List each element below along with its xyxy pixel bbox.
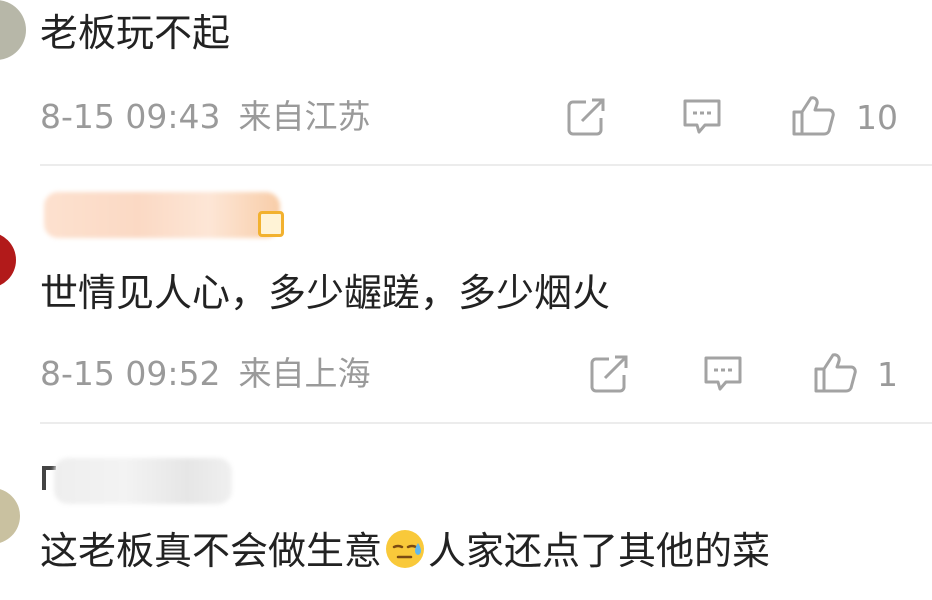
divider — [40, 422, 932, 424]
comment-meta: 8-15 09:43 来自江苏 — [40, 100, 371, 133]
comment-time: 8-15 09:43 — [40, 97, 221, 136]
username[interactable] — [54, 458, 232, 504]
comment-meta: 8-15 09:52 来自上海 — [40, 357, 371, 390]
comment-icon[interactable] — [702, 354, 744, 394]
avatar[interactable] — [0, 232, 16, 288]
comment-text: 世情见人心，多少龌蹉，多少烟火 — [40, 271, 611, 315]
comment-location: 来自江苏 — [238, 97, 371, 136]
avatar[interactable] — [0, 0, 26, 60]
like-count: 1 — [877, 355, 898, 394]
share-icon[interactable] — [566, 97, 608, 137]
username[interactable] — [44, 192, 280, 238]
comment-text: 这老板真不会做生意 人家还点了其他的菜 — [40, 528, 770, 570]
comment-icon[interactable] — [681, 97, 723, 137]
like-count: 10 — [856, 98, 898, 137]
share-icon[interactable] — [589, 354, 631, 394]
comment-time: 8-15 09:52 — [40, 354, 221, 393]
comment-text: 老板玩不起 — [40, 11, 231, 55]
comment-location: 来自上海 — [238, 354, 371, 393]
comment-feed: 老板玩不起 8-15 09:43 来自江苏 10 世情见人心，多少龌蹉，多少烟火 … — [0, 0, 932, 600]
user-badge-icon — [258, 211, 284, 237]
comment-text-part: 人家还点了其他的菜 — [428, 529, 771, 573]
sweat-smile-emoji-icon — [386, 530, 425, 568]
avatar[interactable] — [0, 488, 20, 544]
comment-text-part: 这老板真不会做生意 — [40, 529, 383, 573]
like-icon[interactable] — [791, 94, 837, 138]
like-icon[interactable] — [813, 351, 859, 395]
divider — [40, 164, 932, 166]
